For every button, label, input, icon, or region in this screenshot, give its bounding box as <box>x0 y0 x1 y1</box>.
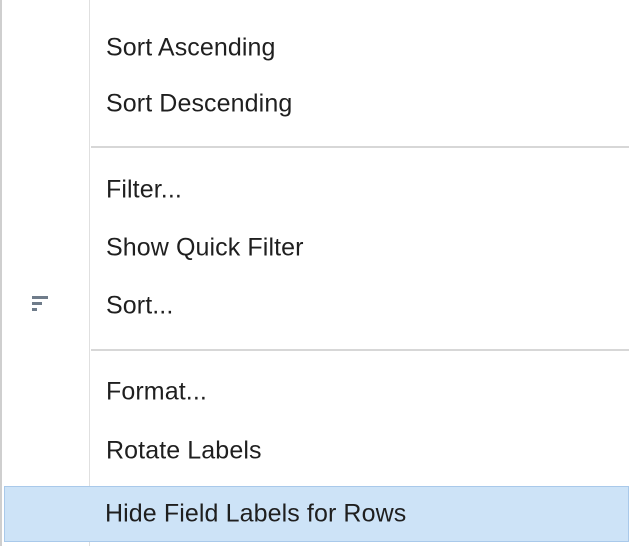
menu-item-sort[interactable]: Sort... <box>2 280 629 332</box>
menu-item-format[interactable]: Format... <box>2 366 629 418</box>
menu-item-label: Sort Ascending <box>106 33 276 62</box>
menu-item-label: Hide Field Labels for Rows <box>105 499 407 528</box>
menu-item-label: Filter... <box>106 175 182 204</box>
menu-item-label: Sort... <box>106 291 174 320</box>
menu-item-show-quick-filter[interactable]: Show Quick Filter <box>2 222 629 274</box>
menu-item-label: Show Quick Filter <box>106 233 304 262</box>
context-menu: Sort Ascending Sort Descending Filter...… <box>0 0 629 546</box>
menu-item-label: Rotate Labels <box>106 436 262 465</box>
menu-separator <box>91 146 629 148</box>
menu-item-label: Sort Descending <box>106 89 293 118</box>
menu-separator <box>91 349 629 351</box>
sort-icon <box>32 296 48 311</box>
menu-item-label: Format... <box>106 377 207 406</box>
menu-item-rotate-labels[interactable]: Rotate Labels <box>2 425 629 477</box>
menu-item-sort-descending[interactable]: Sort Descending <box>2 78 629 130</box>
menu-item-sort-ascending[interactable]: Sort Ascending <box>2 22 629 74</box>
menu-item-filter[interactable]: Filter... <box>2 164 629 216</box>
menu-item-hide-field-labels-for-rows[interactable]: Hide Field Labels for Rows <box>4 486 629 542</box>
